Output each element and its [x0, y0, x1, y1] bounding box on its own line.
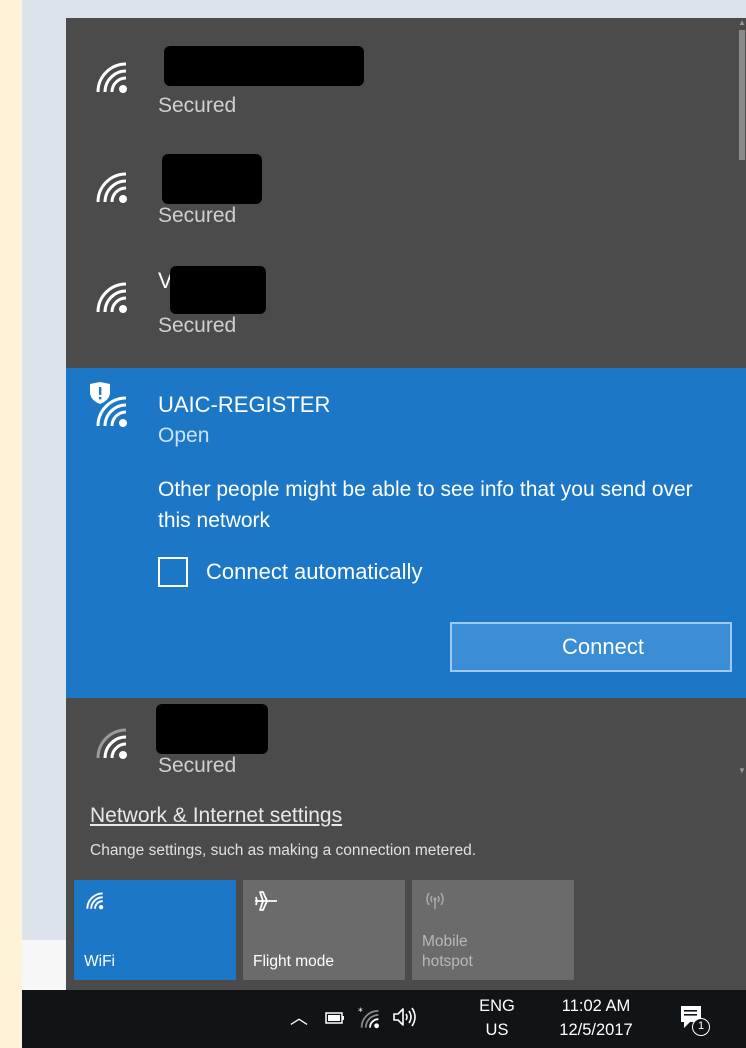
clock-time: 11:02 AM [561, 997, 631, 1015]
scroll-down-arrow-icon[interactable]: ▼ [738, 766, 746, 776]
selected-network-status: Open [158, 424, 210, 447]
airplane-icon [255, 891, 277, 911]
redacted-network-name [162, 154, 262, 204]
input-language-indicator[interactable]: ENG US [474, 994, 520, 1042]
show-hidden-icons-chevron-icon[interactable]: ︿ [290, 1004, 308, 1030]
wifi-secured-icon [96, 172, 127, 203]
volume-icon[interactable] [392, 1006, 418, 1028]
network-item[interactable]: Secured [66, 18, 746, 128]
network-status: Secured [158, 754, 237, 777]
scroll-up-arrow-icon[interactable]: ▲ [738, 18, 746, 28]
wifi-toggle-tile[interactable]: WiFi [74, 880, 236, 980]
clock-date: 12/5/2017 [559, 1021, 633, 1039]
language-code: ENG [479, 997, 515, 1015]
mobile-hotspot-tile[interactable]: Mobile hotspot [412, 880, 574, 980]
hotspot-icon [426, 892, 444, 909]
network-flyout: Secured Secured V Secured UAIC-REGISTER … [66, 18, 746, 990]
svg-text:*: * [358, 1007, 363, 1017]
network-status: Secured [158, 314, 237, 337]
network-item[interactable]: Secured [66, 698, 746, 808]
network-status: Secured [158, 204, 237, 227]
redacted-network-name [170, 266, 266, 314]
connect-automatically-option[interactable]: Connect automatically [158, 556, 422, 588]
battery-icon[interactable] [325, 1012, 345, 1024]
wifi-open-warning-icon [90, 382, 127, 427]
wifi-secured-icon [96, 62, 127, 93]
redacted-network-name [156, 704, 268, 754]
flight-mode-tile[interactable]: Flight mode [243, 880, 405, 980]
redacted-network-name [164, 46, 364, 86]
network-wifi-tray-icon[interactable]: * [358, 1007, 382, 1029]
action-center-button[interactable]: 1 [678, 1004, 710, 1036]
wifi-tile-label: WiFi [84, 953, 115, 970]
network-settings-description: Change settings, such as making a connec… [90, 842, 477, 859]
connect-button[interactable]: Connect [450, 622, 732, 672]
network-item[interactable]: Secured [66, 128, 746, 238]
wifi-weak-secured-icon [96, 728, 127, 759]
network-list-scrollbar[interactable]: ▲ ▼ [738, 18, 746, 778]
region-code: US [485, 1021, 509, 1039]
clock[interactable]: 11:02 AM 12/5/2017 [546, 994, 646, 1042]
notification-count-badge: 1 [692, 1018, 710, 1036]
scrollbar-thumb[interactable] [739, 30, 745, 160]
selected-network-name: UAIC-REGISTER [158, 392, 331, 417]
connect-automatically-checkbox[interactable] [158, 557, 188, 587]
taskbar: ︿ * ENG US 11:02 AM 12/5/2017 1 [22, 990, 746, 1048]
connect-automatically-label: Connect automatically [206, 559, 423, 584]
network-internet-settings-link[interactable]: Network & Internet settings [90, 804, 342, 828]
mobile-hotspot-tile-label: Mobile hotspot [422, 933, 473, 970]
flight-mode-tile-label: Flight mode [253, 953, 334, 970]
wifi-secured-icon [96, 282, 127, 313]
security-warning-text: Other people might be able to see info t… [158, 478, 693, 532]
wifi-icon [86, 892, 104, 910]
network-item[interactable]: V Secured [66, 238, 746, 348]
selected-network-panel[interactable]: UAIC-REGISTER Open Other people might be… [66, 368, 746, 698]
network-status: Secured [158, 94, 237, 117]
